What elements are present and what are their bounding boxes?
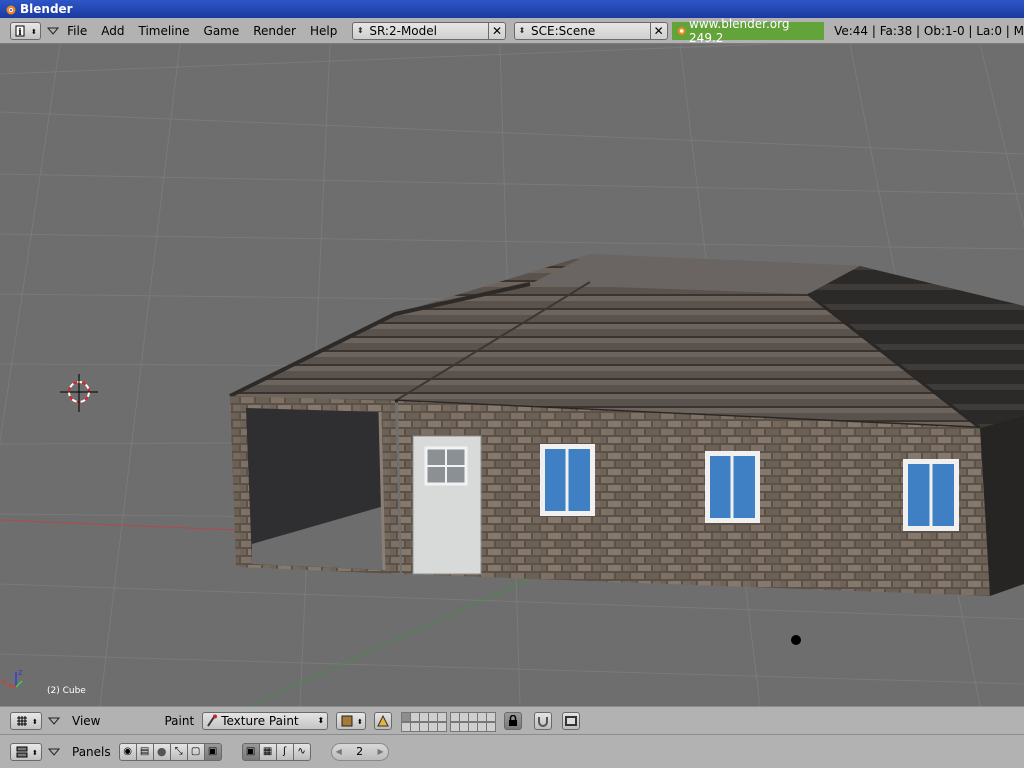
collapse-triangle-icon[interactable] xyxy=(45,25,60,37)
svg-text:⬍: ⬍ xyxy=(32,749,37,757)
screen-selector[interactable]: ⬍ SR:2-Model ✕ xyxy=(352,21,507,40)
axis-gizmo: z x xyxy=(2,668,23,688)
frame-number-field[interactable]: ◀ 2 ▶ xyxy=(330,742,389,761)
object-context-button[interactable]: ⤡ xyxy=(169,742,188,761)
collapse-triangle-icon[interactable] xyxy=(46,715,62,727)
wave-icon: ∿ xyxy=(297,746,306,757)
editor-type-3dview-button[interactable]: ⬍ xyxy=(10,711,42,730)
blender-url: www.blender.org 249.2 xyxy=(689,16,790,45)
textured-shading-icon: ⬍ xyxy=(341,715,363,726)
object-axes-icon: ⤡ xyxy=(174,746,183,757)
pivot-icon xyxy=(377,714,389,726)
logic-context-button[interactable]: ◉ xyxy=(118,742,137,761)
svg-text:⬍: ⬍ xyxy=(357,718,363,726)
brush-icon xyxy=(207,714,218,727)
render-icon: ▣ xyxy=(245,746,256,757)
menu-file[interactable]: File xyxy=(67,24,87,38)
buttons-window-icon: ⬍ xyxy=(16,746,37,757)
snap-button[interactable] xyxy=(534,711,553,730)
viewport-canvas[interactable]: z x xyxy=(0,44,1024,706)
axis-x-label: x xyxy=(2,677,7,686)
context-buttons[interactable]: ◉ ▤ ● ⤡ ▢ ▣ xyxy=(118,742,222,761)
delete-screen-icon[interactable]: ✕ xyxy=(488,22,505,39)
image-icon xyxy=(565,715,578,726)
scene-stats: Ve:44 | Fa:38 | Ob:1-0 | La:0 | M xyxy=(834,23,1024,38)
screen-name[interactable]: SR:2-Model xyxy=(367,24,488,38)
3d-viewport[interactable]: z x (2) Cube xyxy=(0,44,1024,706)
scene-context-button[interactable]: ▣ xyxy=(203,742,222,761)
menu-render[interactable]: Render xyxy=(253,24,296,38)
editing-context-button[interactable]: ▢ xyxy=(186,742,205,761)
layer-15[interactable] xyxy=(437,721,448,732)
window-title: Blender xyxy=(20,2,73,16)
layer-buttons[interactable] xyxy=(401,711,497,732)
updown-arrow-icon[interactable]: ⬍ xyxy=(515,26,529,35)
shading-context-button[interactable]: ● xyxy=(152,742,171,761)
menu-help[interactable]: Help xyxy=(310,24,337,38)
buttons-header: ⬍ Panels ◉ ▤ ● ⤡ ▢ ▣ ▣ ▦ ʃ ∿ ◀ 2 ▶ xyxy=(0,734,1024,768)
editor-type-buttons-button[interactable]: ⬍ xyxy=(10,742,42,761)
layer-20[interactable] xyxy=(486,721,497,732)
3d-view-header: ⬍ View Paint Texture Paint ⬍ ⬍ xyxy=(0,706,1024,734)
magnet-icon xyxy=(538,716,549,727)
svg-text:⬍: ⬍ xyxy=(32,718,37,726)
decrement-arrow-icon[interactable]: ◀ xyxy=(336,747,342,756)
render-subcontext-button[interactable]: ▣ xyxy=(241,742,260,761)
axis-z-label: z xyxy=(18,668,23,678)
paint-menu[interactable]: Paint xyxy=(164,714,194,728)
active-object-label: (2) Cube xyxy=(47,686,86,696)
object-origin-dot[interactable] xyxy=(791,635,801,645)
window-titlebar: Blender xyxy=(0,0,1024,18)
updown-arrow-icon[interactable]: ⬍ xyxy=(353,26,367,35)
menu-timeline[interactable]: Timeline xyxy=(138,24,189,38)
y-axis-line xyxy=(249,578,531,706)
mode-label[interactable]: Texture Paint xyxy=(221,714,317,728)
menu-add[interactable]: Add xyxy=(101,24,124,38)
pivot-button[interactable] xyxy=(374,711,393,730)
scene-name[interactable]: SCE:Scene xyxy=(529,24,650,38)
3d-cursor-icon[interactable] xyxy=(60,374,98,412)
blender-logo-icon xyxy=(6,5,16,15)
info-icon: i ⬍ xyxy=(15,25,36,37)
svg-text:⬍: ⬍ xyxy=(31,28,36,36)
layer-5[interactable] xyxy=(437,711,448,722)
frame-number[interactable]: 2 xyxy=(356,745,363,758)
lock-icon xyxy=(509,714,518,726)
blender-logo-icon xyxy=(677,26,686,35)
updown-arrow-icon[interactable]: ⬍ xyxy=(317,716,327,725)
svg-text:i: i xyxy=(19,28,23,37)
view-menu[interactable]: View xyxy=(72,714,100,728)
render-preview-button[interactable] xyxy=(562,711,581,730)
increment-arrow-icon[interactable]: ▶ xyxy=(377,747,383,756)
sound-subcontext-button[interactable]: ʃ xyxy=(275,742,294,761)
panels-menu[interactable]: Panels xyxy=(72,745,111,759)
film-icon: ▦ xyxy=(262,746,273,757)
shading-selector[interactable]: ⬍ xyxy=(336,711,367,730)
grid-icon: ⬍ xyxy=(17,715,37,726)
mode-selector[interactable]: Texture Paint ⬍ xyxy=(202,711,329,730)
sub-context-buttons[interactable]: ▣ ▦ ʃ ∿ xyxy=(241,742,311,761)
blender-url-badge: www.blender.org 249.2 xyxy=(671,17,825,45)
layer-10[interactable] xyxy=(486,711,497,722)
menu-game[interactable]: Game xyxy=(204,24,240,38)
info-header: i ⬍ File Add Timeline Game Render Help ⬍… xyxy=(0,17,1024,45)
house-model[interactable] xyxy=(229,254,1024,596)
sound-icon: ʃ xyxy=(282,746,287,757)
lock-layers-button[interactable] xyxy=(504,711,523,730)
sphere-icon: ● xyxy=(156,745,167,758)
anim-subcontext-button[interactable]: ▦ xyxy=(258,742,277,761)
editor-type-button[interactable]: i ⬍ xyxy=(10,21,41,40)
collapse-triangle-icon[interactable] xyxy=(46,746,62,758)
script-icon: ▤ xyxy=(139,746,150,757)
delete-scene-icon[interactable]: ✕ xyxy=(649,22,667,39)
script-context-button[interactable]: ▤ xyxy=(135,742,154,761)
render-image-icon: ▣ xyxy=(207,746,218,757)
logic-icon: ◉ xyxy=(123,746,132,757)
world-subcontext-button[interactable]: ∿ xyxy=(292,742,311,761)
scene-selector[interactable]: ⬍ SCE:Scene ✕ xyxy=(514,21,668,40)
x-axis-line xyxy=(0,519,236,531)
editing-square-icon: ▢ xyxy=(190,746,201,757)
